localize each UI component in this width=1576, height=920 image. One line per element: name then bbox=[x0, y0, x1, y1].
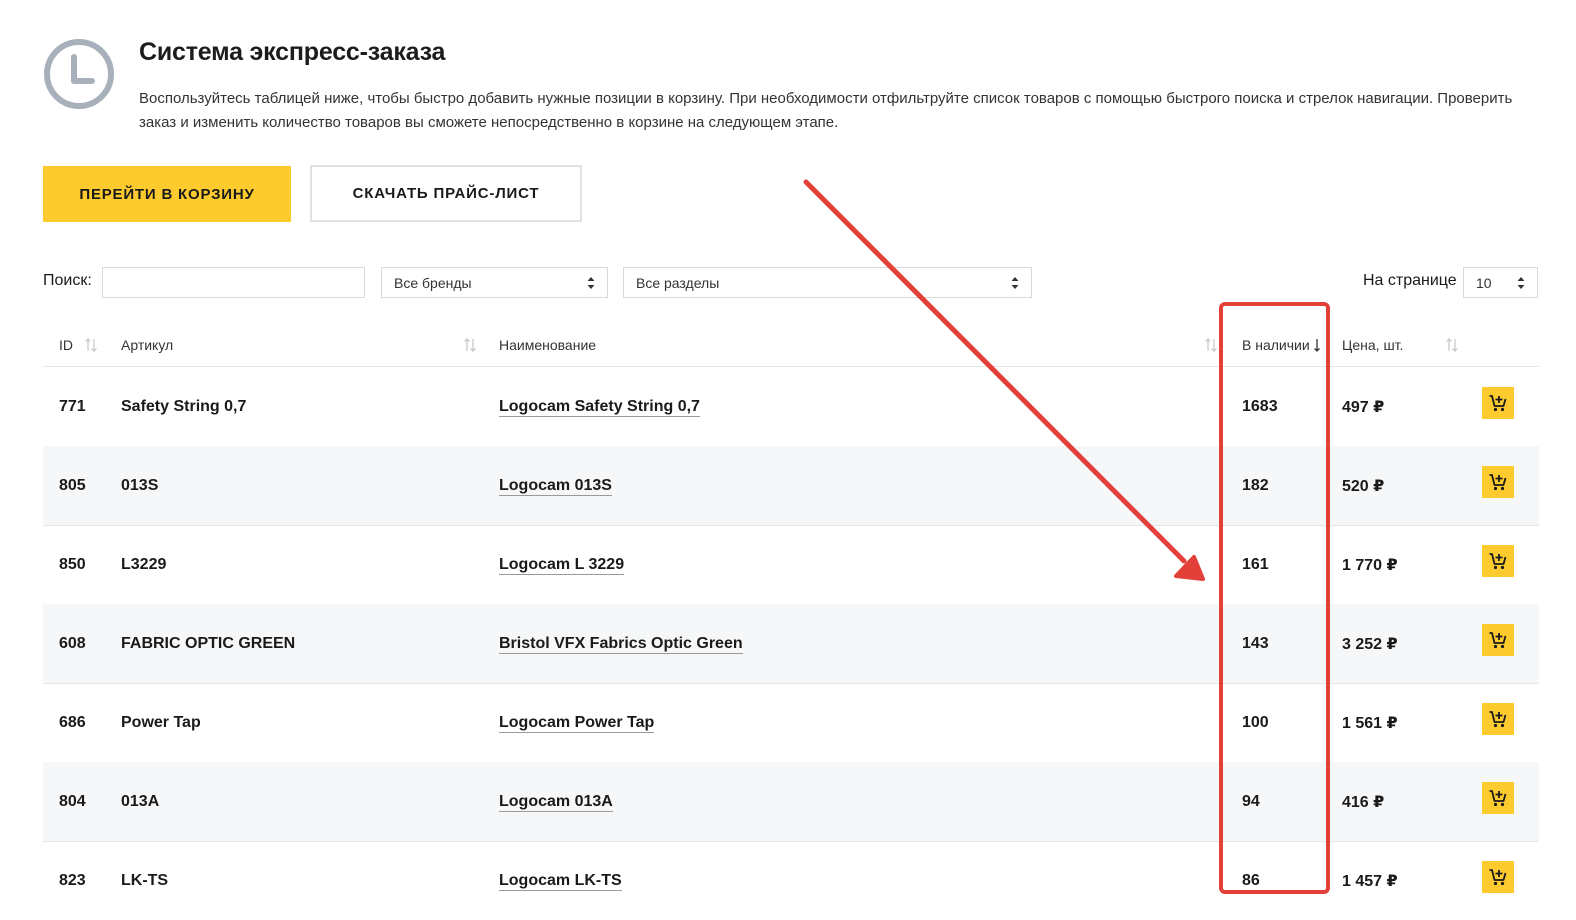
product-link[interactable]: Logocam L 3229 bbox=[499, 555, 625, 575]
go-to-cart-button[interactable]: Перейти в корзину bbox=[43, 166, 291, 222]
column-header-price[interactable]: Цена, шт. bbox=[1342, 337, 1403, 353]
cell-stock: 143 bbox=[1242, 634, 1269, 652]
cell-name: Logocam Safety String 0,7 bbox=[499, 367, 700, 446]
page-description: Воспользуйтесь таблицей ниже, чтобы быст… bbox=[139, 90, 1513, 131]
table-row: 771 Safety String 0,7 Logocam Safety Str… bbox=[43, 367, 1539, 447]
cell-article: Power Tap bbox=[121, 713, 201, 731]
cell-name: Logocam 013A bbox=[499, 762, 613, 841]
cart-plus-icon bbox=[1489, 790, 1507, 807]
cell-article: LK-TS bbox=[121, 871, 169, 889]
select-arrows-icon bbox=[1517, 277, 1525, 289]
sort-icon[interactable] bbox=[1204, 337, 1218, 353]
product-link[interactable]: Logocam 013S bbox=[499, 476, 612, 496]
cell-name: Logocam 013S bbox=[499, 446, 612, 525]
cell-name: Logocam LK-TS bbox=[499, 841, 622, 920]
table-header: ID Артикул Наименование В наличии Цена, … bbox=[43, 328, 1539, 367]
column-header-stock[interactable]: В наличии bbox=[1242, 337, 1310, 353]
per-page-select[interactable]: 10 bbox=[1463, 267, 1538, 298]
page-title: Система экспресс-заказа bbox=[139, 38, 446, 66]
cell-article: L3229 bbox=[121, 555, 167, 573]
cell-article: 013S bbox=[121, 476, 159, 494]
search-label: Поиск: bbox=[43, 272, 92, 289]
sort-icon[interactable] bbox=[84, 337, 98, 353]
column-header-id[interactable]: ID bbox=[59, 337, 73, 353]
cart-plus-icon bbox=[1489, 395, 1507, 412]
cell-stock: 161 bbox=[1242, 555, 1269, 573]
cell-price: 1 457 ₽ bbox=[1342, 872, 1398, 890]
cell-price: 3 252 ₽ bbox=[1342, 635, 1398, 653]
product-link[interactable]: Logocam 013A bbox=[499, 792, 613, 812]
cell-id: 608 bbox=[59, 634, 86, 652]
column-header-article[interactable]: Артикул bbox=[121, 337, 173, 353]
cart-plus-icon bbox=[1489, 711, 1507, 728]
cell-price: 416 ₽ bbox=[1342, 793, 1385, 811]
table-row: 823 LK-TS Logocam LK-TS 86 1 457 ₽ bbox=[43, 841, 1539, 920]
cell-stock: 94 bbox=[1242, 792, 1260, 810]
select-arrows-icon bbox=[1011, 277, 1019, 289]
cell-price: 520 ₽ bbox=[1342, 477, 1385, 495]
product-link[interactable]: Logocam Power Tap bbox=[499, 713, 655, 733]
add-to-cart-button[interactable] bbox=[1482, 624, 1514, 656]
cell-id: 804 bbox=[59, 792, 86, 810]
cell-price: 497 ₽ bbox=[1342, 398, 1385, 416]
cell-article: FABRIC OPTIC GREEN bbox=[121, 634, 296, 652]
product-link[interactable]: Logocam Safety String 0,7 bbox=[499, 397, 700, 417]
add-to-cart-button[interactable] bbox=[1482, 861, 1514, 893]
cell-article: 013A bbox=[121, 792, 160, 810]
cart-plus-icon bbox=[1489, 553, 1507, 570]
sections-select[interactable]: Все разделы bbox=[623, 267, 1032, 298]
product-link[interactable]: Logocam LK-TS bbox=[499, 871, 622, 891]
select-arrows-icon bbox=[587, 277, 595, 289]
cell-stock: 86 bbox=[1242, 871, 1260, 889]
cell-id: 771 bbox=[59, 397, 86, 415]
brands-select[interactable]: Все бренды bbox=[381, 267, 608, 298]
column-header-name[interactable]: Наименование bbox=[499, 337, 596, 353]
cart-plus-icon bbox=[1489, 869, 1507, 886]
sort-icon[interactable] bbox=[1445, 337, 1459, 353]
filters-bar: Поиск: Все бренды Все разделы На страниц… bbox=[0, 266, 1576, 299]
add-to-cart-button[interactable] bbox=[1482, 545, 1514, 577]
table-row: 805 013S Logocam 013S 182 520 ₽ bbox=[43, 446, 1539, 526]
per-page-select-value: 10 bbox=[1476, 274, 1492, 291]
cell-price: 1 561 ₽ bbox=[1342, 714, 1398, 732]
clock-icon bbox=[44, 39, 114, 109]
brands-select-value: Все бренды bbox=[394, 274, 472, 291]
add-to-cart-button[interactable] bbox=[1482, 782, 1514, 814]
cell-name: Logocam L 3229 bbox=[499, 525, 625, 604]
per-page-label: На странице bbox=[1363, 272, 1457, 289]
cell-name: Logocam Power Tap bbox=[499, 683, 655, 762]
sections-select-value: Все разделы bbox=[636, 274, 720, 291]
sort-icon[interactable] bbox=[463, 337, 477, 353]
cell-stock: 1683 bbox=[1242, 397, 1278, 415]
cell-id: 850 bbox=[59, 555, 86, 573]
cell-id: 686 bbox=[59, 713, 86, 731]
sort-desc-icon[interactable] bbox=[1310, 337, 1324, 353]
add-to-cart-button[interactable] bbox=[1482, 387, 1514, 419]
cell-id: 805 bbox=[59, 476, 86, 494]
download-price-list-button[interactable]: Скачать прайс-лист bbox=[310, 165, 582, 222]
cell-article: Safety String 0,7 bbox=[121, 397, 247, 415]
table-row: 686 Power Tap Logocam Power Tap 100 1 56… bbox=[43, 683, 1539, 763]
cell-name: Bristol VFX Fabrics Optic Green bbox=[499, 604, 743, 683]
cart-plus-icon bbox=[1489, 632, 1507, 649]
table-row: 850 L3229 Logocam L 3229 161 1 770 ₽ bbox=[43, 525, 1539, 605]
cart-plus-icon bbox=[1489, 474, 1507, 491]
cell-price: 1 770 ₽ bbox=[1342, 556, 1398, 574]
cell-stock: 100 bbox=[1242, 713, 1269, 731]
add-to-cart-button[interactable] bbox=[1482, 466, 1514, 498]
table-row: 608 FABRIC OPTIC GREEN Bristol VFX Fabri… bbox=[43, 604, 1539, 684]
cell-id: 823 bbox=[59, 871, 86, 889]
table-row: 804 013A Logocam 013A 94 416 ₽ bbox=[43, 762, 1539, 842]
product-link[interactable]: Bristol VFX Fabrics Optic Green bbox=[499, 634, 743, 654]
add-to-cart-button[interactable] bbox=[1482, 703, 1514, 735]
search-input[interactable] bbox=[102, 267, 365, 298]
cell-stock: 182 bbox=[1242, 476, 1269, 494]
